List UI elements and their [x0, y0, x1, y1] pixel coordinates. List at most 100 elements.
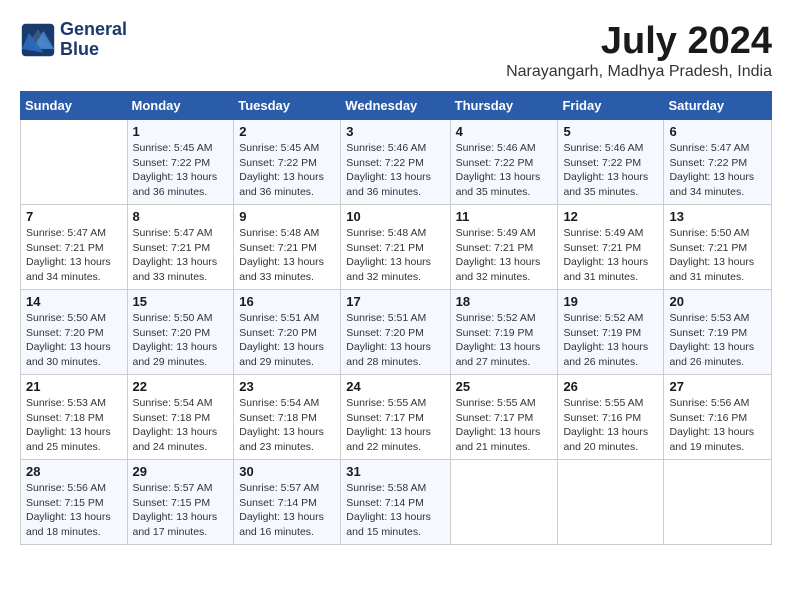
calendar-cell: 4 Sunrise: 5:46 AMSunset: 7:22 PMDaylight…: [450, 120, 558, 205]
day-info: Sunrise: 5:57 AMSunset: 7:15 PMDaylight:…: [133, 481, 229, 540]
calendar-week-4: 21 Sunrise: 5:53 AMSunset: 7:18 PMDayligh…: [21, 375, 772, 460]
day-info: Sunrise: 5:54 AMSunset: 7:18 PMDaylight:…: [133, 396, 229, 455]
day-number: 28: [26, 464, 122, 479]
day-info: Sunrise: 5:58 AMSunset: 7:14 PMDaylight:…: [346, 481, 444, 540]
calendar-cell: 2 Sunrise: 5:45 AMSunset: 7:22 PMDaylight…: [234, 120, 341, 205]
day-info: Sunrise: 5:55 AMSunset: 7:17 PMDaylight:…: [346, 396, 444, 455]
day-info: Sunrise: 5:46 AMSunset: 7:22 PMDaylight:…: [563, 141, 658, 200]
calendar-week-1: 1 Sunrise: 5:45 AMSunset: 7:22 PMDaylight…: [21, 120, 772, 205]
calendar-cell: 5 Sunrise: 5:46 AMSunset: 7:22 PMDaylight…: [558, 120, 664, 205]
day-info: Sunrise: 5:51 AMSunset: 7:20 PMDaylight:…: [239, 311, 335, 370]
day-number: 2: [239, 124, 335, 139]
calendar-cell: 25 Sunrise: 5:55 AMSunset: 7:17 PMDayligh…: [450, 375, 558, 460]
day-info: Sunrise: 5:57 AMSunset: 7:14 PMDaylight:…: [239, 481, 335, 540]
calendar-cell: 26 Sunrise: 5:55 AMSunset: 7:16 PMDayligh…: [558, 375, 664, 460]
day-number: 13: [669, 209, 766, 224]
day-number: 6: [669, 124, 766, 139]
day-number: 17: [346, 294, 444, 309]
calendar-week-5: 28 Sunrise: 5:56 AMSunset: 7:15 PMDayligh…: [21, 460, 772, 545]
calendar-cell: 29 Sunrise: 5:57 AMSunset: 7:15 PMDayligh…: [127, 460, 234, 545]
day-info: Sunrise: 5:45 AMSunset: 7:22 PMDaylight:…: [133, 141, 229, 200]
calendar-cell: 28 Sunrise: 5:56 AMSunset: 7:15 PMDayligh…: [21, 460, 128, 545]
day-info: Sunrise: 5:49 AMSunset: 7:21 PMDaylight:…: [563, 226, 658, 285]
day-info: Sunrise: 5:52 AMSunset: 7:19 PMDaylight:…: [456, 311, 553, 370]
calendar-cell: 8Sunrise: 5:47 AMSunset: 7:21 PMDaylight…: [127, 205, 234, 290]
calendar-cell: 17 Sunrise: 5:51 AMSunset: 7:20 PMDayligh…: [341, 290, 450, 375]
calendar-cell: 14 Sunrise: 5:50 AMSunset: 7:20 PMDayligh…: [21, 290, 128, 375]
calendar-cell: 15 Sunrise: 5:50 AMSunset: 7:20 PMDayligh…: [127, 290, 234, 375]
day-number: 15: [133, 294, 229, 309]
day-number: 12: [563, 209, 658, 224]
day-info: Sunrise: 5:50 AMSunset: 7:21 PMDaylight:…: [669, 226, 766, 285]
day-number: 18: [456, 294, 553, 309]
calendar-cell: 16 Sunrise: 5:51 AMSunset: 7:20 PMDayligh…: [234, 290, 341, 375]
day-number: 16: [239, 294, 335, 309]
day-number: 5: [563, 124, 658, 139]
calendar-week-2: 7Sunrise: 5:47 AMSunset: 7:21 PMDaylight…: [21, 205, 772, 290]
logo: General Blue: [20, 20, 127, 60]
calendar-cell: 6 Sunrise: 5:47 AMSunset: 7:22 PMDaylight…: [664, 120, 772, 205]
calendar-cell: 31Sunrise: 5:58 AMSunset: 7:14 PMDayligh…: [341, 460, 450, 545]
day-number: 14: [26, 294, 122, 309]
calendar-cell: 12 Sunrise: 5:49 AMSunset: 7:21 PMDayligh…: [558, 205, 664, 290]
day-info: Sunrise: 5:55 AMSunset: 7:16 PMDaylight:…: [563, 396, 658, 455]
day-number: 4: [456, 124, 553, 139]
day-info: Sunrise: 5:53 AMSunset: 7:18 PMDaylight:…: [26, 396, 122, 455]
day-number: 21: [26, 379, 122, 394]
header-friday: Friday: [558, 92, 664, 120]
calendar-cell: 18 Sunrise: 5:52 AMSunset: 7:19 PMDayligh…: [450, 290, 558, 375]
day-info: Sunrise: 5:48 AMSunset: 7:21 PMDaylight:…: [239, 226, 335, 285]
day-number: 22: [133, 379, 229, 394]
day-number: 7: [26, 209, 122, 224]
calendar-cell: [450, 460, 558, 545]
day-number: 10: [346, 209, 444, 224]
header-sunday: Sunday: [21, 92, 128, 120]
day-info: Sunrise: 5:55 AMSunset: 7:17 PMDaylight:…: [456, 396, 553, 455]
day-info: Sunrise: 5:49 AMSunset: 7:21 PMDaylight:…: [456, 226, 553, 285]
day-number: 26: [563, 379, 658, 394]
logo-text: General Blue: [60, 20, 127, 60]
day-number: 1: [133, 124, 229, 139]
day-info: Sunrise: 5:47 AMSunset: 7:22 PMDaylight:…: [669, 141, 766, 200]
header-saturday: Saturday: [664, 92, 772, 120]
title-section: July 2024 Narayangarh, Madhya Pradesh, I…: [506, 20, 772, 81]
calendar-cell: [21, 120, 128, 205]
day-info: Sunrise: 5:56 AMSunset: 7:16 PMDaylight:…: [669, 396, 766, 455]
calendar-cell: 10 Sunrise: 5:48 AMSunset: 7:21 PMDayligh…: [341, 205, 450, 290]
calendar-cell: [664, 460, 772, 545]
calendar-table: SundayMondayTuesdayWednesdayThursdayFrid…: [20, 91, 772, 545]
day-info: Sunrise: 5:51 AMSunset: 7:20 PMDaylight:…: [346, 311, 444, 370]
day-info: Sunrise: 5:53 AMSunset: 7:19 PMDaylight:…: [669, 311, 766, 370]
day-info: Sunrise: 5:56 AMSunset: 7:15 PMDaylight:…: [26, 481, 122, 540]
day-info: Sunrise: 5:45 AMSunset: 7:22 PMDaylight:…: [239, 141, 335, 200]
calendar-cell: [558, 460, 664, 545]
calendar-week-3: 14 Sunrise: 5:50 AMSunset: 7:20 PMDayligh…: [21, 290, 772, 375]
day-number: 29: [133, 464, 229, 479]
calendar-cell: 3Sunrise: 5:46 AMSunset: 7:22 PMDaylight…: [341, 120, 450, 205]
day-number: 19: [563, 294, 658, 309]
calendar-cell: 11Sunrise: 5:49 AMSunset: 7:21 PMDayligh…: [450, 205, 558, 290]
header-thursday: Thursday: [450, 92, 558, 120]
header-monday: Monday: [127, 92, 234, 120]
day-number: 20: [669, 294, 766, 309]
day-info: Sunrise: 5:54 AMSunset: 7:18 PMDaylight:…: [239, 396, 335, 455]
day-info: Sunrise: 5:48 AMSunset: 7:21 PMDaylight:…: [346, 226, 444, 285]
day-info: Sunrise: 5:46 AMSunset: 7:22 PMDaylight:…: [456, 141, 553, 200]
header-wednesday: Wednesday: [341, 92, 450, 120]
day-info: Sunrise: 5:52 AMSunset: 7:19 PMDaylight:…: [563, 311, 658, 370]
calendar-cell: 27 Sunrise: 5:56 AMSunset: 7:16 PMDayligh…: [664, 375, 772, 460]
calendar-cell: 20 Sunrise: 5:53 AMSunset: 7:19 PMDayligh…: [664, 290, 772, 375]
calendar-cell: 30Sunrise: 5:57 AMSunset: 7:14 PMDayligh…: [234, 460, 341, 545]
day-number: 8: [133, 209, 229, 224]
day-info: Sunrise: 5:50 AMSunset: 7:20 PMDaylight:…: [133, 311, 229, 370]
day-number: 25: [456, 379, 553, 394]
day-number: 27: [669, 379, 766, 394]
calendar-cell: 23Sunrise: 5:54 AMSunset: 7:18 PMDayligh…: [234, 375, 341, 460]
logo-line1: General: [60, 19, 127, 39]
calendar-cell: 19 Sunrise: 5:52 AMSunset: 7:19 PMDayligh…: [558, 290, 664, 375]
day-info: Sunrise: 5:50 AMSunset: 7:20 PMDaylight:…: [26, 311, 122, 370]
day-info: Sunrise: 5:46 AMSunset: 7:22 PMDaylight:…: [346, 141, 444, 200]
location-label: Narayangarh, Madhya Pradesh, India: [506, 63, 772, 81]
header-tuesday: Tuesday: [234, 92, 341, 120]
calendar-cell: 21 Sunrise: 5:53 AMSunset: 7:18 PMDayligh…: [21, 375, 128, 460]
